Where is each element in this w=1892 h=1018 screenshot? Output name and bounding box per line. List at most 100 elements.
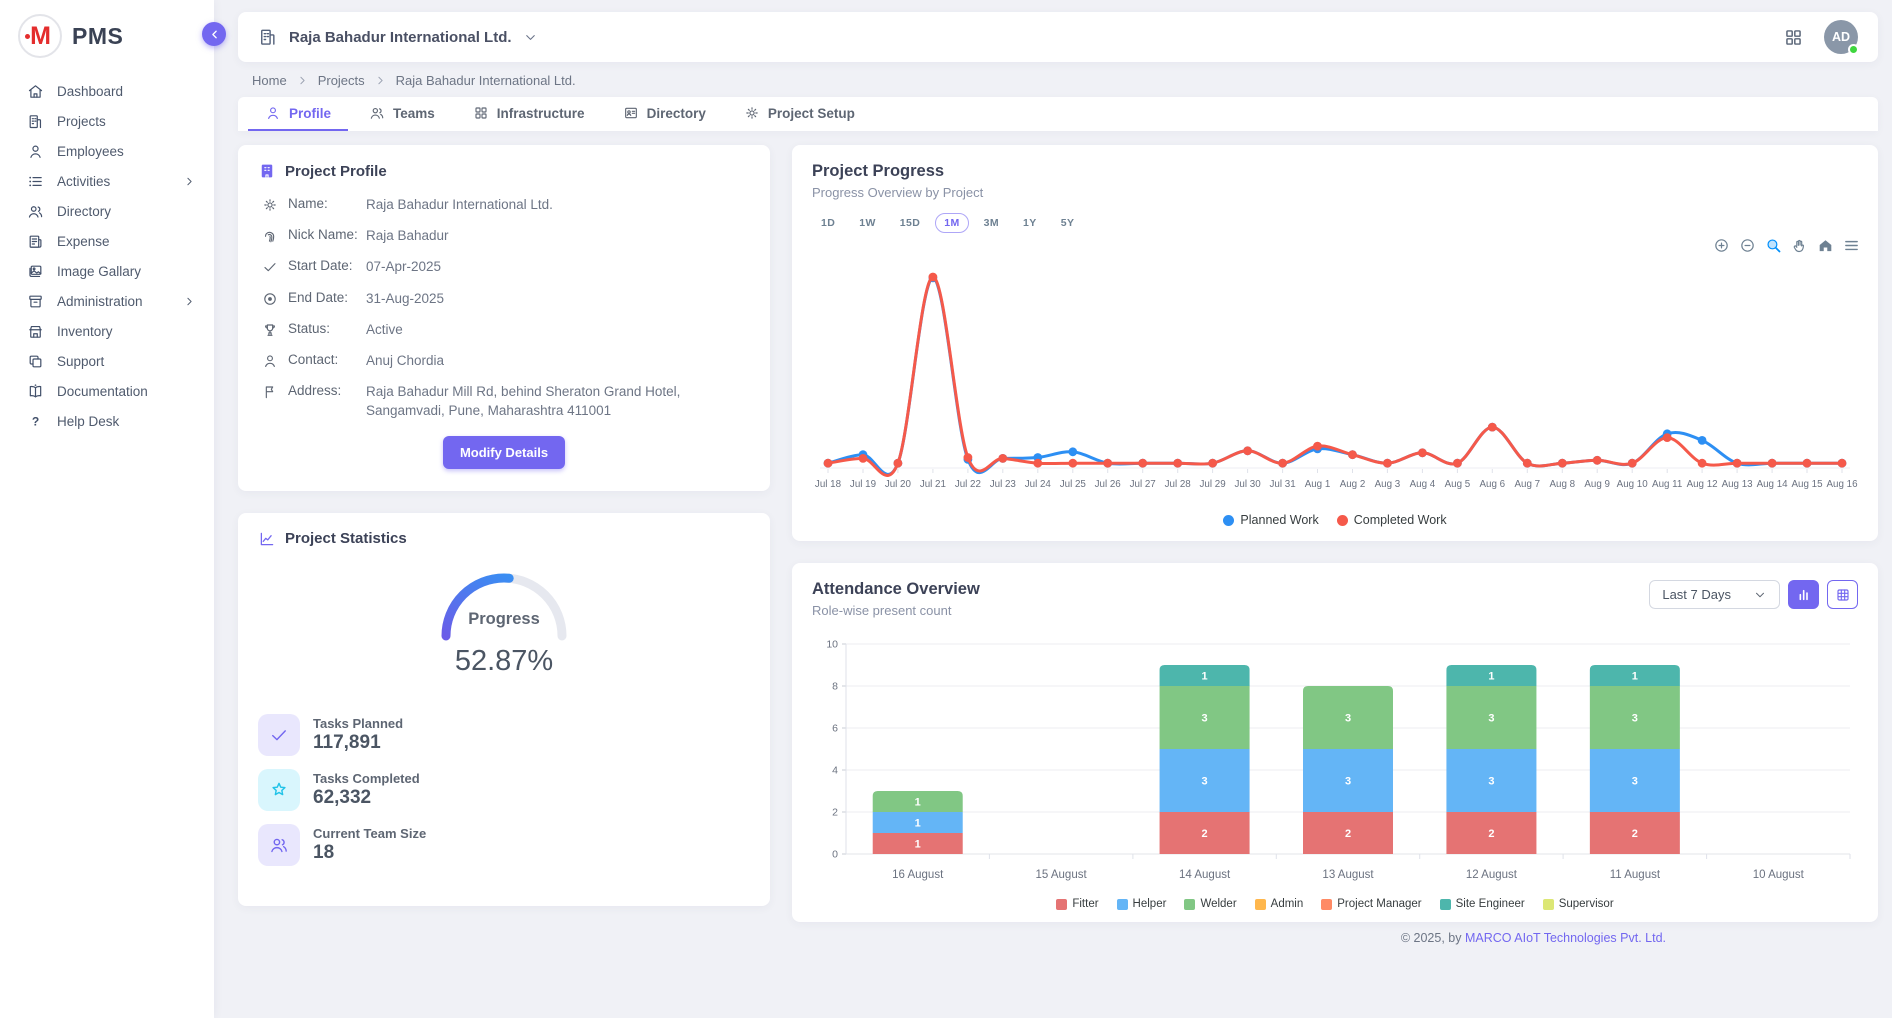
selection-zoom-icon[interactable] [1765,237,1782,254]
tab-profile[interactable]: Profile [248,97,348,131]
range-button-1d[interactable]: 1D [812,213,844,233]
svg-text:Aug 5: Aug 5 [1445,479,1471,490]
profile-field-contact: Contact:Anuj Chordia [258,352,750,370]
sidebar-item-expense[interactable]: Expense [0,226,214,256]
chart-toolbar [1713,237,1860,254]
legend-label: Site Engineer [1456,898,1525,910]
person-icon [265,105,281,121]
sidebar-collapse-button[interactable] [202,22,226,46]
stat-value: 117,891 [313,732,403,754]
range-button-3m[interactable]: 3M [975,213,1008,233]
chart-menu-icon[interactable] [1843,237,1860,254]
zoom-in-icon[interactable] [1713,237,1730,254]
tab-directory[interactable]: Directory [606,97,723,131]
range-button-1y[interactable]: 1Y [1014,213,1046,233]
range-button-1w[interactable]: 1W [850,213,885,233]
stat-current-team-size: Current Team Size18 [258,824,750,866]
sidebar-item-label: Directory [57,204,111,219]
sidebar-item-image-gallary[interactable]: Image Gallary [0,256,214,286]
breadcrumb-item-projects[interactable]: Projects [318,73,365,88]
tab-bar: ProfileTeamsInfrastructureDirectoryProje… [238,97,1878,131]
range-button-15d[interactable]: 15D [891,213,929,233]
legend-project-manager[interactable]: Project Manager [1321,898,1421,910]
chevron-down-icon [523,30,538,45]
breadcrumb-item-home[interactable]: Home [252,73,287,88]
svg-text:2: 2 [1632,828,1638,840]
svg-text:?: ? [32,414,39,428]
bar-view-button[interactable] [1788,580,1819,609]
sidebar-item-administration[interactable]: Administration [0,286,214,316]
people-icon [369,105,385,121]
svg-text:10 August: 10 August [1753,869,1805,881]
profile-field-nick-name: Nick Name:Raja Bahadur [258,227,750,245]
project-progress-card: Project Progress Progress Overview by Pr… [792,145,1878,541]
svg-text:8: 8 [832,681,838,693]
user-avatar[interactable]: AD [1824,20,1858,54]
grid-icon [473,105,489,121]
range-button-5y[interactable]: 5Y [1052,213,1084,233]
legend-welder[interactable]: Welder [1184,898,1236,910]
svg-text:1: 1 [915,839,921,851]
sidebar-item-support[interactable]: Support [0,346,214,376]
stat-label: Tasks Completed [313,771,420,786]
chevron-down-icon [1753,588,1767,602]
sidebar-item-label: Activities [57,174,110,189]
legend-admin[interactable]: Admin [1255,898,1304,910]
field-label: Nick Name: [288,227,366,242]
company-selector[interactable]: Raja Bahadur International Ltd. [258,27,538,47]
field-label: Contact: [288,352,366,367]
attendance-range-select[interactable]: Last 7 Days [1649,580,1780,609]
sidebar-item-directory[interactable]: Directory [0,196,214,226]
range-button-1m[interactable]: 1M [935,213,968,233]
sidebar-item-activities[interactable]: Activities [0,166,214,196]
reset-zoom-icon[interactable] [1817,237,1834,254]
sidebar-item-documentation[interactable]: Documentation [0,376,214,406]
legend-fitter[interactable]: Fitter [1056,898,1098,910]
svg-text:Jul 23: Jul 23 [990,479,1017,490]
legend-supervisor[interactable]: Supervisor [1543,898,1614,910]
chevron-right-icon [183,175,196,188]
modify-details-button[interactable]: Modify Details [443,436,565,469]
table-view-button[interactable] [1827,580,1858,609]
svg-text:13 August: 13 August [1322,869,1374,881]
svg-text:3: 3 [1345,713,1351,725]
svg-text:Aug 4: Aug 4 [1410,479,1436,490]
sidebar-item-employees[interactable]: Employees [0,136,214,166]
sidebar-item-label: Documentation [57,384,148,399]
tab-project-setup[interactable]: Project Setup [727,97,872,131]
app-grid-icon[interactable] [1783,27,1804,48]
app-name: PMS [72,23,123,50]
svg-text:1: 1 [1632,671,1638,683]
legend-planned-work[interactable]: Planned Work [1223,513,1318,527]
svg-text:Jul 28: Jul 28 [1165,479,1192,490]
legend-swatch [1255,899,1266,910]
sidebar-item-projects[interactable]: Projects [0,106,214,136]
field-value: Active [366,321,403,339]
svg-text:Aug 12: Aug 12 [1687,479,1718,490]
legend-swatch [1056,899,1067,910]
zoom-out-icon[interactable] [1739,237,1756,254]
legend-completed-work[interactable]: Completed Work [1337,513,1447,527]
svg-text:15 August: 15 August [1036,869,1088,881]
stat-label: Current Team Size [313,826,426,841]
legend-helper[interactable]: Helper [1117,898,1167,910]
chevron-right-icon [183,295,196,308]
legend-label: Project Manager [1337,898,1421,910]
field-value: 07-Apr-2025 [366,258,441,276]
tab-infrastructure[interactable]: Infrastructure [456,97,602,131]
svg-text:1: 1 [1202,671,1208,683]
legend-site-engineer[interactable]: Site Engineer [1440,898,1525,910]
footer-link[interactable]: MARCO AIoT Technologies Pvt. Ltd. [1465,931,1666,945]
svg-text:Aug 13: Aug 13 [1722,479,1754,490]
chevron-left-icon [208,28,221,41]
pan-icon[interactable] [1791,237,1808,254]
svg-text:3: 3 [1488,713,1494,725]
tab-teams[interactable]: Teams [352,97,452,131]
stat-tasks-completed: Tasks Completed62,332 [258,769,750,811]
svg-text:14 August: 14 August [1179,869,1231,881]
sidebar-item-inventory[interactable]: Inventory [0,316,214,346]
stat-value: 18 [313,842,426,864]
sidebar-item-help-desk[interactable]: ?Help Desk [0,406,214,436]
check-icon [262,259,278,275]
sidebar-item-dashboard[interactable]: Dashboard [0,76,214,106]
